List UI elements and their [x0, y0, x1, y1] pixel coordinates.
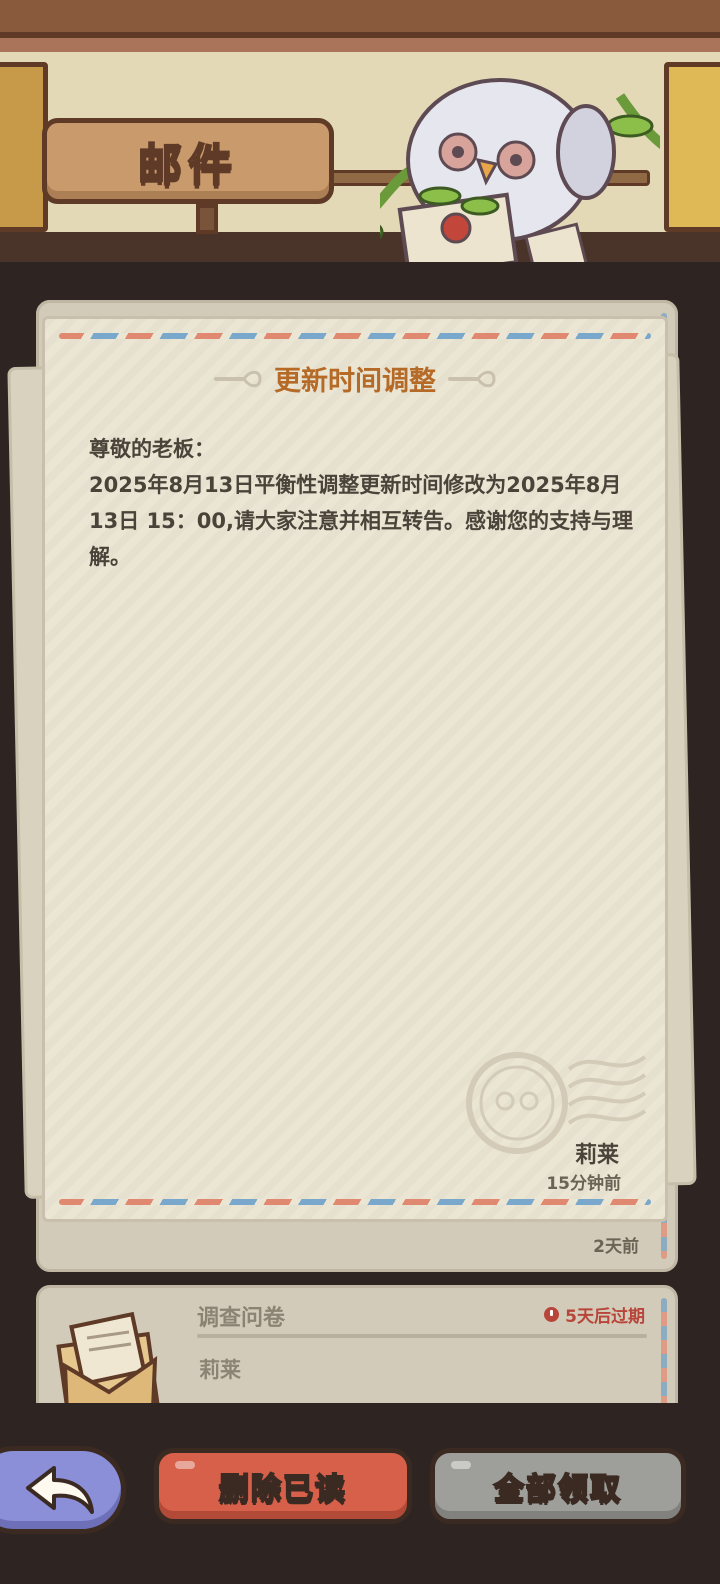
claim-all-label: 全部领取 [493, 1471, 622, 1508]
letter-sender: 莉莱 [574, 1143, 619, 1168]
button-shine [451, 1461, 471, 1469]
sign-post [196, 204, 218, 234]
letter-header: 更新时间调整 [45, 359, 665, 398]
divider [197, 1334, 647, 1338]
owl-mascot-icon [380, 78, 660, 262]
page-title-sign: 邮件 [42, 118, 334, 204]
back-button[interactable] [0, 1446, 126, 1534]
roof-trim [0, 38, 720, 52]
claim-all-button[interactable]: 全部领取 [430, 1448, 686, 1524]
mail-sender: 莉莱 [199, 1358, 241, 1382]
airmail-border-bottom [59, 1199, 651, 1205]
expire-text: 5天后过期 [565, 1307, 645, 1327]
button-shine [175, 1461, 195, 1469]
airmail-border-top [59, 333, 651, 339]
letter-detail: 更新时间调整 尊敬的老板： 2025年8月13日平衡性调整更新时间修改为2025… [42, 316, 668, 1222]
shutter-left [0, 62, 48, 232]
clock-icon [544, 1307, 560, 1322]
delete-read-label: 删除已读 [218, 1471, 347, 1508]
header-scene: 邮件 [0, 0, 720, 262]
delete-read-button[interactable]: 删除已读 [154, 1448, 412, 1524]
ornament-left-icon [214, 370, 262, 387]
roof [0, 0, 720, 38]
back-arrow-icon [26, 1466, 94, 1514]
page-title: 邮件 [137, 139, 238, 192]
letter-time: 15分钟前 [546, 1174, 621, 1194]
mail-screen: 邮件 2天前 调查问卷 5天后过期 莉莱 更新时间调整 尊敬的老板： 2025年… [0, 0, 720, 1584]
list-item-time: 2天前 [593, 1237, 639, 1257]
shutter-right [664, 62, 720, 232]
letter-title: 更新时间调整 [274, 366, 436, 397]
stamp-icon [466, 1052, 647, 1154]
expire-badge: 5天后过期 [544, 1302, 645, 1327]
letter-body: 尊敬的老板： 2025年8月13日平衡性调整更新时间修改为2025年8月13日 … [89, 437, 633, 569]
mail-title: 调查问卷 [197, 1306, 286, 1331]
ornament-right-icon [448, 370, 496, 387]
